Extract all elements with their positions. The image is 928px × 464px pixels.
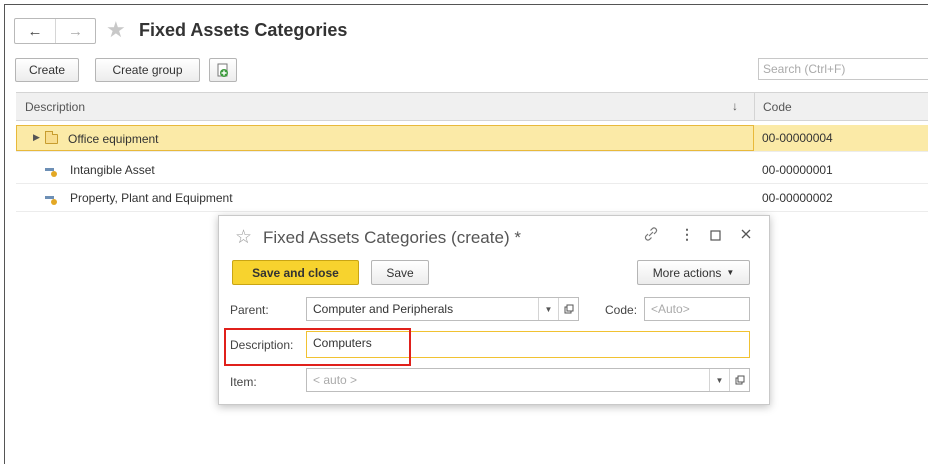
table-header: Description ↓ Code (16, 92, 928, 121)
column-divider[interactable] (754, 93, 755, 120)
arrow-right-icon: → (68, 22, 83, 40)
item-placeholder: < auto > (313, 373, 358, 387)
open-icon[interactable] (558, 298, 578, 320)
more-actions-label: More actions (652, 265, 722, 280)
navigation-group: ← → (14, 18, 96, 44)
description-cell[interactable]: Intangible Asset (16, 157, 754, 183)
catalog-item-icon (45, 194, 59, 206)
chevron-down-icon: ▼ (726, 268, 735, 277)
folder-icon (45, 131, 58, 144)
item-label: Item: (230, 375, 257, 389)
dropdown-arrow-icon[interactable]: ▼ (538, 298, 558, 320)
back-button[interactable]: ← (15, 19, 55, 43)
create-group-button[interactable]: Create group (95, 58, 200, 82)
row-code: 00-00000001 (762, 163, 833, 177)
forward-button[interactable]: → (55, 19, 95, 43)
row-code: 00-00000002 (762, 191, 833, 205)
parent-field[interactable]: Computer and Peripherals ▼ (306, 297, 579, 321)
table-row[interactable]: ▶ Office equipment 00-00000004 (16, 125, 928, 152)
link-icon[interactable] (643, 226, 659, 246)
copy-add-icon (217, 63, 228, 77)
row-description: Intangible Asset (70, 163, 155, 177)
row-description: Office equipment (68, 132, 159, 146)
highlight-box (224, 328, 411, 366)
item-field[interactable]: < auto > ▼ (306, 368, 750, 392)
star-icon[interactable]: ★ (106, 17, 126, 43)
create-dialog: ☆ Fixed Assets Categories (create) * ⋮ S… (218, 215, 770, 405)
arrow-left-icon: ← (27, 22, 43, 40)
description-cell[interactable]: Property, Plant and Equipment (16, 185, 754, 211)
close-icon[interactable] (740, 227, 752, 244)
open-icon[interactable] (729, 369, 749, 391)
dropdown-arrow-icon[interactable]: ▼ (709, 369, 729, 391)
parent-value: Computer and Peripherals (313, 302, 454, 316)
code-label: Code: (605, 303, 638, 317)
description-cell[interactable]: ▶ Office equipment (16, 125, 754, 151)
create-button[interactable]: Create (15, 58, 79, 82)
table-row[interactable]: Property, Plant and Equipment 00-0000000… (16, 185, 928, 212)
dialog-title: Fixed Assets Categories (create) * (263, 228, 521, 247)
save-and-close-button[interactable]: Save and close (232, 260, 359, 285)
more-menu-icon[interactable]: ⋮ (680, 226, 694, 243)
page-title: Fixed Assets Categories (139, 20, 348, 40)
expand-arrow-icon[interactable]: ▶ (33, 132, 40, 143)
table-row[interactable]: Intangible Asset 00-00000001 (16, 157, 928, 184)
catalog-item-icon (45, 166, 59, 178)
row-code: 00-00000004 (762, 131, 833, 145)
column-header-code[interactable]: Code (763, 100, 792, 114)
sort-down-icon: ↓ (732, 99, 738, 113)
copy-button[interactable] (209, 58, 237, 82)
maximize-icon[interactable] (710, 228, 721, 245)
code-field[interactable]: <Auto> (644, 297, 750, 321)
row-description: Property, Plant and Equipment (70, 191, 233, 205)
parent-label: Parent: (230, 303, 269, 317)
save-button[interactable]: Save (371, 260, 429, 285)
search-input[interactable]: Search (Ctrl+F) (758, 58, 928, 80)
more-actions-button[interactable]: More actions ▼ (637, 260, 750, 285)
favorite-star-icon[interactable]: ☆ (235, 226, 252, 249)
column-header-description[interactable]: Description (25, 100, 85, 114)
